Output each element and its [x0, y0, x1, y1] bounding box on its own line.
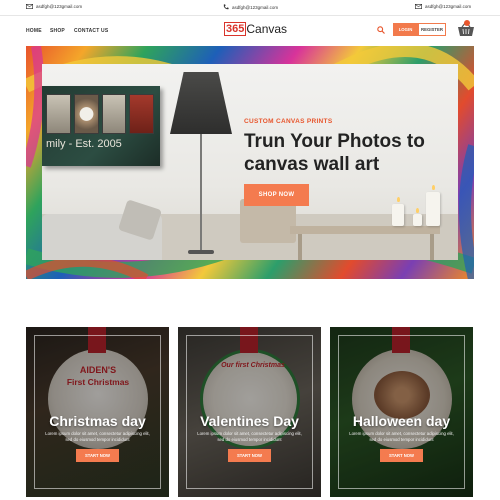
logo-badge: 365 [224, 22, 247, 36]
start-now-button[interactable]: START NOW [76, 449, 119, 462]
contact-email-right[interactable]: asdfgh@123gmail.com [415, 4, 471, 9]
hero-title: Trun Your Photos to canvas wall art [244, 131, 425, 175]
candle-flame [397, 197, 400, 202]
card-frame [34, 335, 161, 489]
candle [392, 204, 404, 226]
card-christmas[interactable]: AIDEN'S First Christmas Christmas day Lo… [26, 327, 169, 497]
candle [413, 214, 422, 226]
lamp-pole [200, 134, 202, 252]
top-contact-bar: asdfgh@123gmail.com asdfgh@123gmail.com … [0, 0, 500, 16]
site-logo[interactable]: 365 Canvas [224, 22, 287, 36]
card-description: Lorem ipsum dolor sit amet, consectetur … [197, 431, 302, 442]
shop-now-button[interactable]: SHOP NOW [244, 184, 309, 206]
cart-icon[interactable] [457, 20, 475, 38]
email-text: asdfgh@123gmail.com [36, 4, 83, 9]
phone-text: asdfgh@123gmail.com [232, 4, 279, 10]
lamp-base [188, 250, 214, 254]
card-frame [186, 335, 313, 489]
card-halloween[interactable]: Halloween day Lorem ipsum dolor sit amet… [330, 327, 473, 497]
start-now-button[interactable]: START NOW [380, 449, 423, 462]
candle-flame [416, 208, 419, 213]
start-now-button[interactable]: START NOW [228, 449, 271, 462]
hero-subtitle: CUSTOM CANVAS PRINTS [244, 118, 333, 125]
logo-text: Canvas [246, 22, 288, 36]
contact-email-left[interactable]: asdfgh@123gmail.com [26, 4, 82, 9]
mail-icon [415, 4, 422, 9]
register-button[interactable]: REGISTER [418, 23, 446, 36]
family-canvas-print: mily - Est. 2005 [42, 86, 160, 166]
contact-phone[interactable]: asdfgh@123gmail.com [223, 4, 278, 10]
nav-shop[interactable]: SHOP [50, 28, 65, 34]
mail-icon [26, 4, 33, 9]
card-title: Valentines Day [200, 413, 299, 429]
card-description: Lorem ipsum dolor sit amet, consectetur … [349, 431, 454, 442]
search-icon[interactable] [377, 26, 385, 34]
card-title: Christmas day [49, 413, 146, 429]
canvas-print-text: mily - Est. 2005 [46, 138, 122, 150]
phone-icon [223, 4, 229, 10]
login-button[interactable]: LOGIN [393, 23, 418, 36]
lamp-shade [170, 72, 232, 134]
card-valentines[interactable]: Our first Christmas Valentines Day Lorem… [178, 327, 321, 497]
nav-home[interactable]: HOME [26, 28, 42, 34]
card-title: Halloween day [352, 413, 451, 429]
candle [426, 192, 440, 226]
side-table [290, 226, 440, 234]
card-frame [338, 335, 465, 489]
table-leg [430, 234, 434, 260]
table-leg [298, 234, 302, 260]
card-description: Lorem ipsum dolor sit amet, consectetur … [45, 431, 150, 442]
email-text: asdfgh@123gmail.com [425, 4, 472, 9]
candle-flame [432, 185, 435, 190]
nav-contact-us[interactable]: CONTACT US [74, 28, 108, 34]
